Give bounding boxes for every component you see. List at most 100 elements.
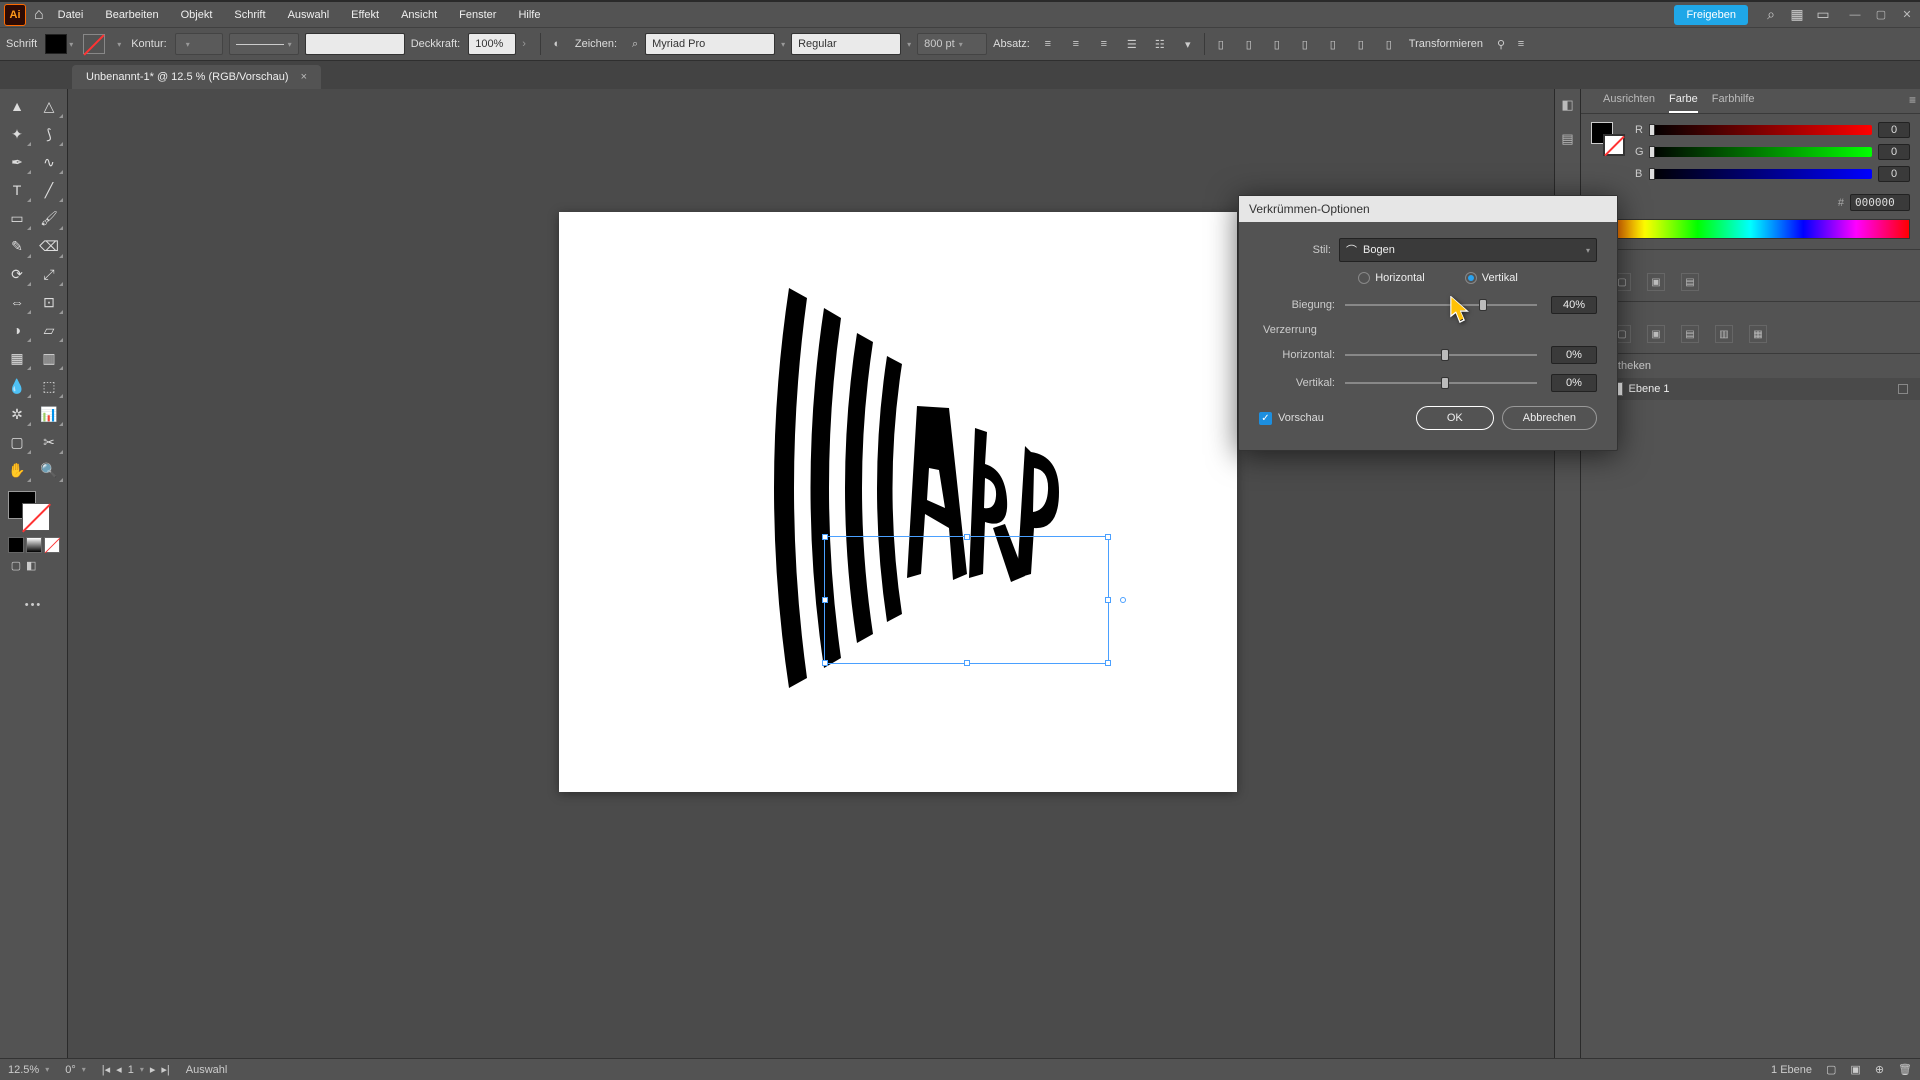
sel-handle-s[interactable] bbox=[964, 660, 970, 666]
list-bullet-icon[interactable]: ☰ bbox=[1122, 34, 1142, 54]
menu-view[interactable]: Ansicht bbox=[401, 9, 437, 21]
direct-selection-tool[interactable]: △ bbox=[34, 93, 64, 119]
r-value[interactable]: 0 bbox=[1878, 122, 1910, 138]
workspace-icon[interactable]: ▦ bbox=[1784, 6, 1810, 23]
panel-fill-stroke[interactable] bbox=[1591, 122, 1625, 156]
panel-flyout-icon[interactable]: ≡ bbox=[1909, 93, 1916, 107]
color-spectrum[interactable] bbox=[1591, 219, 1910, 239]
align-obj-top-icon[interactable]: ▯ bbox=[1323, 34, 1343, 54]
tab-align[interactable]: Ausrichten bbox=[1603, 93, 1655, 113]
sel-handle-ne[interactable] bbox=[1105, 534, 1111, 540]
bend-slider[interactable] bbox=[1345, 304, 1537, 306]
r-slider[interactable] bbox=[1651, 125, 1872, 135]
font-family-caret-icon[interactable]: ▾ bbox=[781, 40, 785, 49]
menu-file[interactable]: Datei bbox=[58, 9, 84, 21]
home-icon[interactable]: ⌂ bbox=[34, 6, 44, 24]
brush-field[interactable] bbox=[305, 33, 405, 55]
status-trash-icon[interactable]: 🗑 bbox=[1898, 1063, 1912, 1076]
artboard-nav[interactable]: |◂◂1▾▸▸| bbox=[102, 1063, 170, 1076]
layer-target-icon[interactable] bbox=[1898, 384, 1908, 394]
stroke-swatch[interactable] bbox=[83, 34, 105, 54]
scale-tool[interactable]: ⤢ bbox=[34, 261, 64, 287]
share-button[interactable]: Freigeben bbox=[1674, 5, 1748, 25]
b-slider[interactable] bbox=[1651, 169, 1872, 179]
libraries-header[interactable]: Bibliotheken bbox=[1581, 353, 1920, 378]
gradient-mode-icon[interactable] bbox=[26, 537, 42, 553]
opacity-more-icon[interactable]: › bbox=[522, 38, 526, 50]
stroke-weight-dropdown[interactable]: ▾ bbox=[175, 33, 223, 55]
distort-vertical-value[interactable]: 0% bbox=[1551, 374, 1597, 392]
graph-tool[interactable]: 📊 bbox=[34, 401, 64, 427]
color-mode-icon[interactable] bbox=[8, 537, 24, 553]
swatch-delete-icon[interactable]: ▤ bbox=[1681, 273, 1699, 291]
zoom-level[interactable]: 12.5%▾ bbox=[8, 1064, 49, 1076]
swatch-group-icon[interactable]: ▣ bbox=[1647, 273, 1665, 291]
rotate-tool[interactable]: ⟳ bbox=[2, 261, 32, 287]
align-center-icon[interactable]: ≡ bbox=[1066, 34, 1086, 54]
selection-bounding-box[interactable] bbox=[824, 536, 1109, 664]
b-value[interactable]: 0 bbox=[1878, 166, 1910, 182]
menu-type[interactable]: Schrift bbox=[234, 9, 265, 21]
sel-handle-n[interactable] bbox=[964, 534, 970, 540]
fill-caret-icon[interactable]: ▾ bbox=[69, 40, 73, 49]
panel-menu-icon[interactable]: ≡ bbox=[1511, 34, 1531, 54]
align-right-icon[interactable]: ≡ bbox=[1094, 34, 1114, 54]
minimize-icon[interactable]: — bbox=[1846, 8, 1864, 22]
align-obj-right-icon[interactable]: ▯ bbox=[1295, 34, 1315, 54]
font-weight-field[interactable]: Regular bbox=[791, 33, 901, 55]
vertical-radio[interactable]: Vertikal bbox=[1465, 272, 1518, 284]
blend-tool[interactable]: ⬚ bbox=[34, 373, 64, 399]
gradient-tool[interactable]: ▥ bbox=[34, 345, 64, 371]
artboard-tool[interactable]: ▢ bbox=[2, 429, 32, 455]
swatches-panel-header[interactable] bbox=[1581, 249, 1920, 271]
distort-horizontal-value[interactable]: 0% bbox=[1551, 346, 1597, 364]
list-number-icon[interactable]: ☷ bbox=[1150, 34, 1170, 54]
maximize-icon[interactable]: ▢ bbox=[1872, 8, 1890, 22]
sel-handle-se[interactable] bbox=[1105, 660, 1111, 666]
tab-close-icon[interactable]: × bbox=[301, 71, 307, 83]
stroke-dash-dropdown[interactable]: ▾ bbox=[229, 33, 299, 55]
sel-handle-nw[interactable] bbox=[822, 534, 828, 540]
selection-tool[interactable]: ▲ bbox=[2, 93, 32, 119]
hex-field[interactable]: 000000 bbox=[1850, 194, 1910, 211]
search-font-icon[interactable]: ⌕ bbox=[625, 34, 645, 54]
search-icon[interactable]: ⌕ bbox=[1758, 6, 1784, 23]
stroke-caret-icon[interactable]: ▾ bbox=[117, 40, 121, 49]
preview-checkbox[interactable]: ✓ bbox=[1259, 412, 1272, 425]
fill-stroke-swatches[interactable]: ▢ ◧ bbox=[2, 489, 65, 577]
align-obj-left-icon[interactable]: ▯ bbox=[1239, 34, 1259, 54]
distort-vertical-slider[interactable] bbox=[1345, 382, 1537, 384]
brush-icon-5[interactable]: ▦ bbox=[1749, 325, 1767, 343]
zoom-tool[interactable]: 🔍 bbox=[34, 457, 64, 483]
artboard[interactable] bbox=[559, 212, 1237, 792]
distort-horizontal-slider[interactable] bbox=[1345, 354, 1537, 356]
menu-object[interactable]: Objekt bbox=[181, 9, 213, 21]
arrange-icon[interactable]: ▭ bbox=[1810, 6, 1836, 23]
sel-handle-w[interactable] bbox=[822, 597, 828, 603]
font-family-field[interactable]: Myriad Pro bbox=[645, 33, 775, 55]
magic-wand-tool[interactable]: ✦ bbox=[2, 121, 32, 147]
horizontal-radio[interactable]: Horizontal bbox=[1358, 272, 1425, 284]
layer-name[interactable]: Ebene 1 bbox=[1629, 383, 1670, 395]
align-obj-vcenter-icon[interactable]: ▯ bbox=[1351, 34, 1371, 54]
stroke-color-swatch[interactable] bbox=[22, 503, 50, 531]
brush-icon-3[interactable]: ▤ bbox=[1681, 325, 1699, 343]
ok-button[interactable]: OK bbox=[1416, 406, 1494, 430]
pen-tool[interactable]: ✒ bbox=[2, 149, 32, 175]
perspective-tool[interactable]: ▱ bbox=[34, 317, 64, 343]
font-size-field[interactable]: 800 pt▾ bbox=[917, 33, 987, 55]
g-slider[interactable] bbox=[1651, 147, 1872, 157]
sel-handle-sw[interactable] bbox=[822, 660, 828, 666]
none-mode-icon[interactable] bbox=[44, 537, 60, 553]
close-icon[interactable]: ✕ bbox=[1898, 8, 1916, 22]
slice-tool[interactable]: ✂ bbox=[34, 429, 64, 455]
status-icon-1[interactable]: ▢ bbox=[1826, 1063, 1836, 1076]
brush-icon-2[interactable]: ▣ bbox=[1647, 325, 1665, 343]
brush-tool[interactable]: 🖌 bbox=[34, 205, 64, 231]
style-dropdown[interactable]: ⌒ Bogen ▾ bbox=[1339, 238, 1597, 262]
g-value[interactable]: 0 bbox=[1878, 144, 1910, 160]
symbol-sprayer-tool[interactable]: ✲ bbox=[2, 401, 32, 427]
align-obj-hcenter-icon[interactable]: ▯ bbox=[1267, 34, 1287, 54]
menu-window[interactable]: Fenster bbox=[459, 9, 496, 21]
mesh-tool[interactable]: ▦ bbox=[2, 345, 32, 371]
